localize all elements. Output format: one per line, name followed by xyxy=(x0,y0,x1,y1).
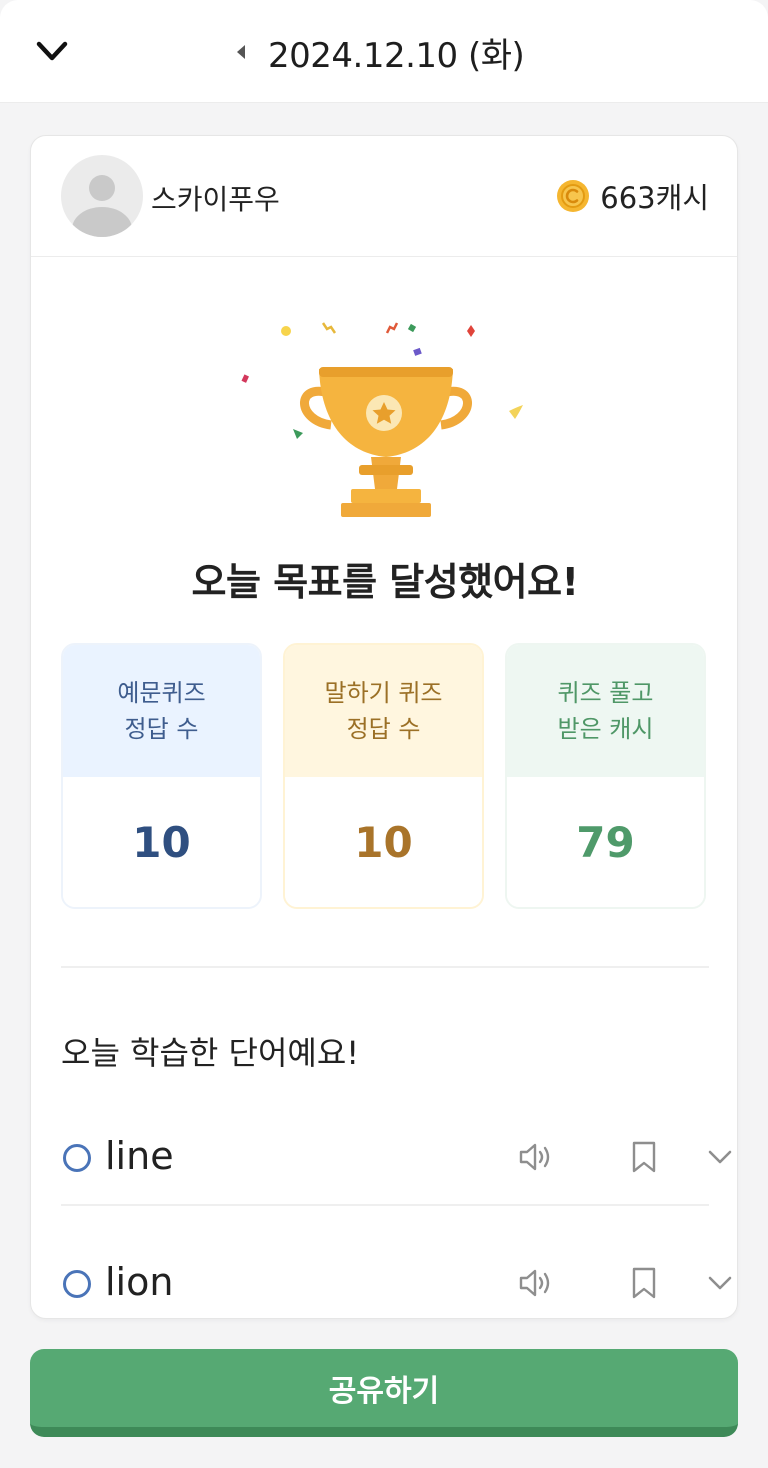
stat-earned-cash: 퀴즈 풀고 받은 캐시 79 xyxy=(505,643,706,909)
cash-balance: 663캐시 xyxy=(556,178,709,215)
date-title[interactable]: 2024.12.10 (화) xyxy=(268,28,525,77)
caret-left-icon[interactable] xyxy=(232,42,252,62)
stat-value: 10 xyxy=(63,777,260,907)
speaker-icon[interactable] xyxy=(517,1266,553,1300)
profile-header: 스카이푸우 663캐시 xyxy=(31,136,737,257)
stat-value: 79 xyxy=(507,777,704,907)
stat-speaking-quiz: 말하기 퀴즈 정답 수 10 xyxy=(283,643,484,909)
nickname: 스카이푸우 xyxy=(151,183,280,216)
word-text: lion xyxy=(105,1260,174,1304)
learned-words-title: 오늘 학습한 단어예요! xyxy=(61,1034,360,1072)
share-button[interactable]: 공유하기 xyxy=(30,1349,738,1437)
stat-value: 10 xyxy=(285,777,482,907)
stat-label: 퀴즈 풀고 받은 캐시 xyxy=(507,645,704,777)
chevron-down-icon[interactable] xyxy=(705,1268,735,1298)
stat-example-quiz: 예문퀴즈 정답 수 10 xyxy=(61,643,262,909)
bookmark-icon[interactable] xyxy=(629,1266,659,1300)
top-bar: 2024.12.10 (화) xyxy=(0,0,768,103)
word-row[interactable]: line xyxy=(61,1106,732,1206)
word-text: line xyxy=(105,1134,174,1178)
speaker-icon[interactable] xyxy=(517,1140,553,1174)
chevron-down-icon[interactable] xyxy=(30,32,74,72)
goal-achieved-title: 오늘 목표를 달성했어요! xyxy=(191,560,579,604)
circle-icon xyxy=(63,1144,91,1172)
cash-amount: 663캐시 xyxy=(600,181,709,215)
result-card: 스카이푸우 663캐시 오늘 목표를 달성했어요! 예문퀴즈 정답 수 10 말… xyxy=(30,135,738,1319)
trophy-icon xyxy=(241,322,523,517)
stat-label: 말하기 퀴즈 정답 수 xyxy=(285,645,482,777)
stat-label: 예문퀴즈 정답 수 xyxy=(63,645,260,777)
word-row[interactable]: lion xyxy=(61,1232,732,1318)
chevron-down-icon[interactable] xyxy=(705,1142,735,1172)
coin-icon xyxy=(557,180,590,212)
avatar xyxy=(61,155,143,237)
circle-icon xyxy=(63,1270,91,1298)
bookmark-icon[interactable] xyxy=(629,1140,659,1174)
divider xyxy=(61,966,709,968)
